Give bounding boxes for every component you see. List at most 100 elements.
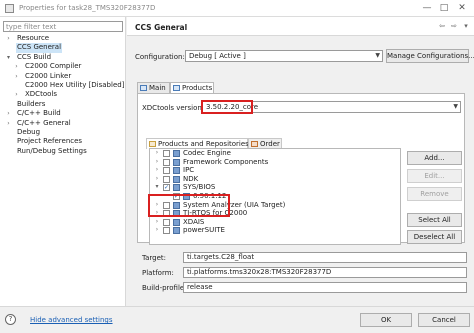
- chevron-right-icon[interactable]: ›: [5, 119, 12, 128]
- chevron-right-icon[interactable]: ›: [13, 90, 20, 99]
- product-icon: [173, 218, 180, 226]
- list-item[interactable]: › Framework Components: [150, 158, 400, 167]
- product-checkbox[interactable]: [163, 175, 170, 183]
- chevron-down-icon[interactable]: ▾: [154, 183, 160, 192]
- chevron-down-icon[interactable]: ▾: [5, 53, 12, 62]
- filter-input[interactable]: [3, 21, 123, 32]
- sidebar-item[interactable]: Builders: [0, 100, 126, 109]
- deselect-all-button[interactable]: Deselect All: [407, 230, 462, 244]
- add-button[interactable]: Add...: [407, 151, 462, 165]
- edit-button[interactable]: Edit...: [407, 169, 462, 183]
- maximize-button[interactable]: □: [437, 3, 451, 14]
- order-icon: [251, 141, 258, 147]
- product-checkbox[interactable]: ✓: [163, 184, 170, 192]
- back-arrow-icon[interactable]: ⇦: [437, 21, 447, 31]
- chevron-right-icon[interactable]: ›: [13, 62, 20, 71]
- cancel-button[interactable]: Cancel: [418, 313, 470, 327]
- product-label: IPC: [183, 166, 195, 175]
- chevron-down-icon: ▼: [453, 103, 458, 110]
- build-profile-field[interactable]: release: [183, 282, 467, 293]
- configuration-select[interactable]: Debug [ Active ] ▼: [185, 50, 383, 62]
- close-button[interactable]: ✕: [455, 3, 469, 14]
- product-checkbox[interactable]: [163, 227, 170, 235]
- sidebar-item[interactable]: › Resource: [0, 34, 126, 43]
- chevron-down-icon: ▼: [375, 52, 380, 59]
- preferences-tree: › Resource CCS General ▾ CCS Build › C2000 Com…: [0, 34, 126, 156]
- sidebar-item-label: Resource: [17, 34, 50, 42]
- sidebar-item-label: Run/Debug Settings: [17, 146, 87, 155]
- select-all-button[interactable]: Select All: [407, 213, 462, 227]
- minimize-button[interactable]: —: [420, 3, 434, 14]
- chevron-right-icon[interactable]: ›: [154, 158, 160, 167]
- product-label: Framework Components: [183, 157, 269, 166]
- sidebar-item[interactable]: Run/Debug Settings: [0, 147, 126, 156]
- product-label: NDK: [183, 174, 199, 183]
- sidebar-item[interactable]: Project References: [0, 137, 126, 146]
- page-header: CCS General ⇦ ⇨ ▾: [127, 17, 474, 36]
- sidebar-item[interactable]: › C/C++ Build: [0, 109, 126, 118]
- window-title: Properties for task28_TMS320F28377D: [19, 4, 156, 12]
- product-icon: [173, 175, 180, 183]
- product-label: SYS/BIOS: [183, 183, 216, 192]
- main-tab-icon: [140, 85, 147, 91]
- chevron-right-icon[interactable]: ›: [154, 175, 160, 184]
- tab-products-label: Products: [182, 84, 213, 92]
- product-label: powerSUITE: [183, 226, 225, 235]
- list-item[interactable]: › IPC: [150, 166, 400, 175]
- remove-button[interactable]: Remove: [407, 187, 462, 201]
- sidebar-item[interactable]: › C2000 Linker: [0, 72, 126, 81]
- list-item[interactable]: › powerSUITE: [150, 226, 400, 235]
- hide-advanced-settings-link[interactable]: Hide advanced settings: [30, 316, 113, 324]
- list-item[interactable]: › Codec Engine: [150, 149, 400, 158]
- chevron-right-icon[interactable]: ›: [154, 218, 160, 227]
- chevron-right-icon[interactable]: ›: [5, 109, 12, 118]
- chevron-right-icon[interactable]: ›: [154, 226, 160, 235]
- sidebar-item[interactable]: C2000 Hex Utility [Disabled]: [0, 81, 126, 90]
- manage-configurations-button[interactable]: Manage Configurations...: [386, 49, 474, 63]
- app-icon: [5, 4, 14, 13]
- chevron-right-icon[interactable]: ›: [154, 166, 160, 175]
- products-tab-icon: [173, 85, 180, 91]
- forward-arrow-icon[interactable]: ⇨: [449, 21, 459, 31]
- product-checkbox[interactable]: [163, 158, 170, 166]
- sidebar-item[interactable]: › C2000 Compiler: [0, 62, 126, 71]
- list-item[interactable]: › XDAIS: [150, 218, 400, 227]
- xdctools-version-label: XDCtools version:: [142, 104, 205, 112]
- sidebar-item[interactable]: CCS General: [0, 43, 126, 53]
- sidebar-item-label: C/C++ Build: [17, 109, 61, 118]
- sidebar-item[interactable]: › XDCtools: [0, 90, 126, 99]
- sidebar-item-label: C2000 Linker: [25, 71, 72, 80]
- sidebar-item[interactable]: Debug: [0, 128, 126, 137]
- product-label: Codec Engine: [183, 149, 231, 157]
- sidebar-item-label: C2000 Compiler: [25, 62, 82, 71]
- list-item[interactable]: › NDK: [150, 175, 400, 184]
- preferences-sidebar: ›ResourceCCS General▾CCS Build›C2000 Com…: [0, 17, 126, 306]
- list-item[interactable]: ▾ ✓ SYS/BIOS: [150, 183, 400, 192]
- sidebar-item-label: Project References: [17, 137, 83, 146]
- product-checkbox[interactable]: [163, 150, 170, 157]
- target-label: Target:: [142, 254, 167, 262]
- product-icon: [173, 227, 180, 235]
- ok-button[interactable]: OK: [360, 313, 412, 327]
- help-icon[interactable]: ?: [5, 314, 16, 325]
- platform-field[interactable]: ti.platforms.tms320x28:TMS320F28377D: [183, 267, 467, 278]
- tab-main[interactable]: Main: [137, 82, 170, 93]
- menu-arrow-icon[interactable]: ▾: [461, 21, 471, 31]
- subtab-order-label: Order: [260, 140, 280, 148]
- sidebar-item-label: CCS Build: [17, 52, 52, 61]
- sidebar-item-label: CCS General: [16, 43, 63, 53]
- chevron-right-icon[interactable]: ›: [154, 149, 160, 158]
- sidebar-item-label: C/C++ General: [17, 118, 71, 127]
- product-icon: [173, 158, 180, 166]
- product-checkbox[interactable]: [163, 218, 170, 226]
- title-bar: Properties for task28_TMS320F28377D — □ …: [0, 0, 474, 17]
- chevron-right-icon[interactable]: ›: [5, 34, 12, 43]
- subtab-products-label: Products and Repositories: [158, 140, 249, 148]
- chevron-right-icon[interactable]: ›: [13, 72, 20, 81]
- sidebar-item[interactable]: ▾ CCS Build: [0, 53, 126, 62]
- product-checkbox[interactable]: [163, 167, 170, 175]
- sidebar-item[interactable]: › C/C++ General: [0, 119, 126, 128]
- xdctools-highlight-box: [201, 100, 253, 114]
- target-field[interactable]: ti.targets.C28_float: [183, 252, 467, 263]
- sidebar-item-label: C2000 Hex Utility [Disabled]: [25, 80, 125, 89]
